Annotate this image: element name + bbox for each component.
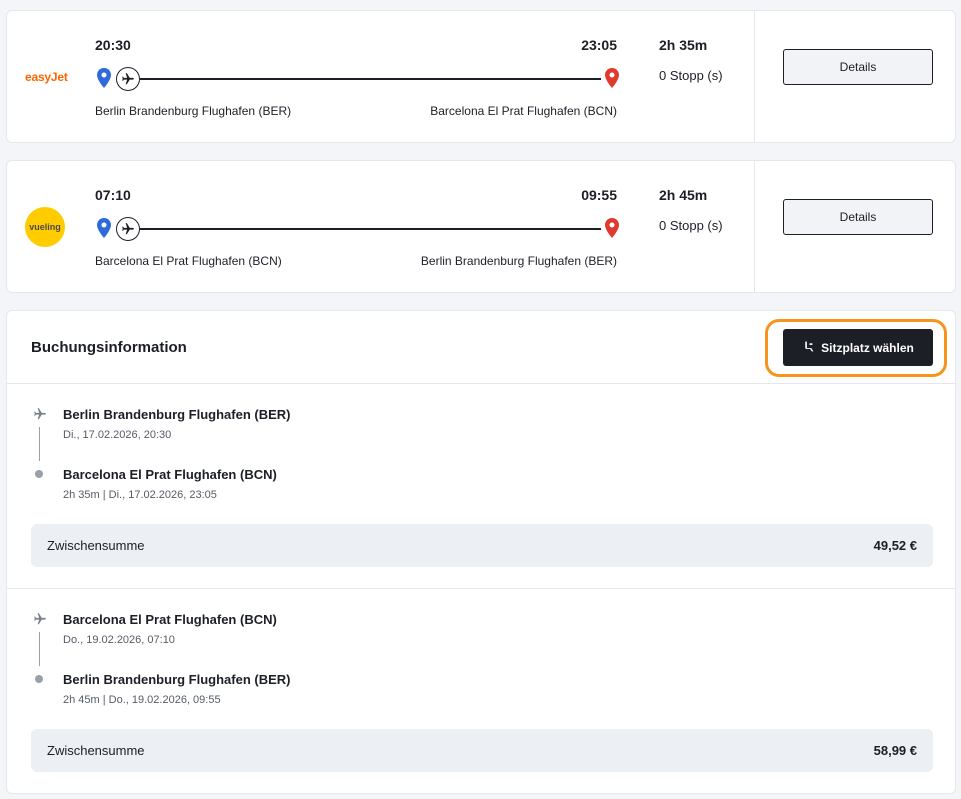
arrival-time: 09:55: [581, 187, 617, 203]
departure-time: 07:10: [95, 187, 131, 203]
flight-card-outbound: easyJet 20:30 23:05 Berlin Brandenburg F…: [6, 10, 956, 143]
subtotal-row: Zwischensumme 58,99 €: [31, 729, 933, 772]
subtotal-label: Zwischensumme: [47, 743, 145, 758]
booking-info-card: Buchungsinformation Sitzplatz wählen Ber…: [6, 310, 956, 794]
segment-origin: Barcelona El Prat Flughafen (BCN): [63, 612, 277, 627]
stops-count: 0 Stopp (s): [659, 68, 723, 83]
choose-seat-label: Sitzplatz wählen: [821, 340, 914, 355]
segment-origin: Berlin Brandenburg Flughafen (BER): [63, 407, 291, 422]
route-connector: [140, 78, 601, 80]
timeline-dot: [35, 470, 43, 478]
segment-destination-info: 2h 35m | Di., 17.02.2026, 23:05: [63, 489, 217, 501]
subtotal-value: 58,99 €: [873, 743, 917, 758]
segment-origin-datetime: Di., 17.02.2026, 20:30: [63, 429, 172, 441]
airplane-icon: [33, 407, 47, 426]
stops-count: 0 Stopp (s): [659, 218, 723, 233]
departure-airport: Berlin Brandenburg Flughafen (BER): [95, 104, 292, 118]
timeline-line: [39, 632, 40, 666]
easyjet-logo: easyJet: [25, 69, 68, 84]
subtotal-value: 49,52 €: [873, 538, 917, 553]
timeline-dot: [35, 675, 43, 683]
route-line: [97, 67, 619, 91]
subtotal-row: Zwischensumme 49,52 €: [31, 524, 933, 567]
airplane-icon: [116, 67, 140, 91]
departure-airport: Barcelona El Prat Flughafen (BCN): [95, 254, 282, 268]
map-pin-icon: [97, 68, 111, 93]
arrival-airport: Berlin Brandenburg Flughafen (BER): [420, 254, 617, 268]
segment-origin-datetime: Do., 19.02.2026, 07:10: [63, 634, 175, 646]
map-pin-icon: [605, 68, 619, 93]
section-divider: [7, 588, 955, 589]
airplane-icon: [116, 217, 140, 241]
route-connector: [140, 228, 601, 230]
airplane-icon: [33, 612, 47, 631]
subtotal-label: Zwischensumme: [47, 538, 145, 553]
segment-destination: Barcelona El Prat Flughafen (BCN): [63, 467, 277, 482]
map-pin-icon: [97, 218, 111, 243]
flight-card-return: vueling 07:10 09:55 Barcelona El Prat Fl…: [6, 160, 956, 293]
route-line: [97, 217, 619, 241]
arrival-time: 23:05: [581, 37, 617, 53]
flight-duration: 2h 45m: [659, 187, 708, 203]
vueling-logo: vueling: [25, 206, 65, 247]
flight-duration: 2h 35m: [659, 37, 708, 53]
segment-destination: Berlin Brandenburg Flughafen (BER): [63, 672, 291, 687]
details-button[interactable]: Details: [783, 49, 933, 85]
card-divider: [754, 11, 755, 142]
details-button[interactable]: Details: [783, 199, 933, 235]
segment-destination-info: 2h 45m | Do., 19.02.2026, 09:55: [63, 694, 221, 706]
choose-seat-button[interactable]: Sitzplatz wählen: [783, 329, 933, 366]
section-divider: [7, 383, 955, 384]
booking-title: Buchungsinformation: [31, 339, 187, 356]
timeline-line: [39, 427, 40, 461]
map-pin-icon: [605, 218, 619, 243]
card-divider: [754, 161, 755, 292]
arrival-airport: Barcelona El Prat Flughafen (BCN): [430, 104, 617, 118]
departure-time: 20:30: [95, 37, 131, 53]
seat-icon: [802, 340, 815, 356]
